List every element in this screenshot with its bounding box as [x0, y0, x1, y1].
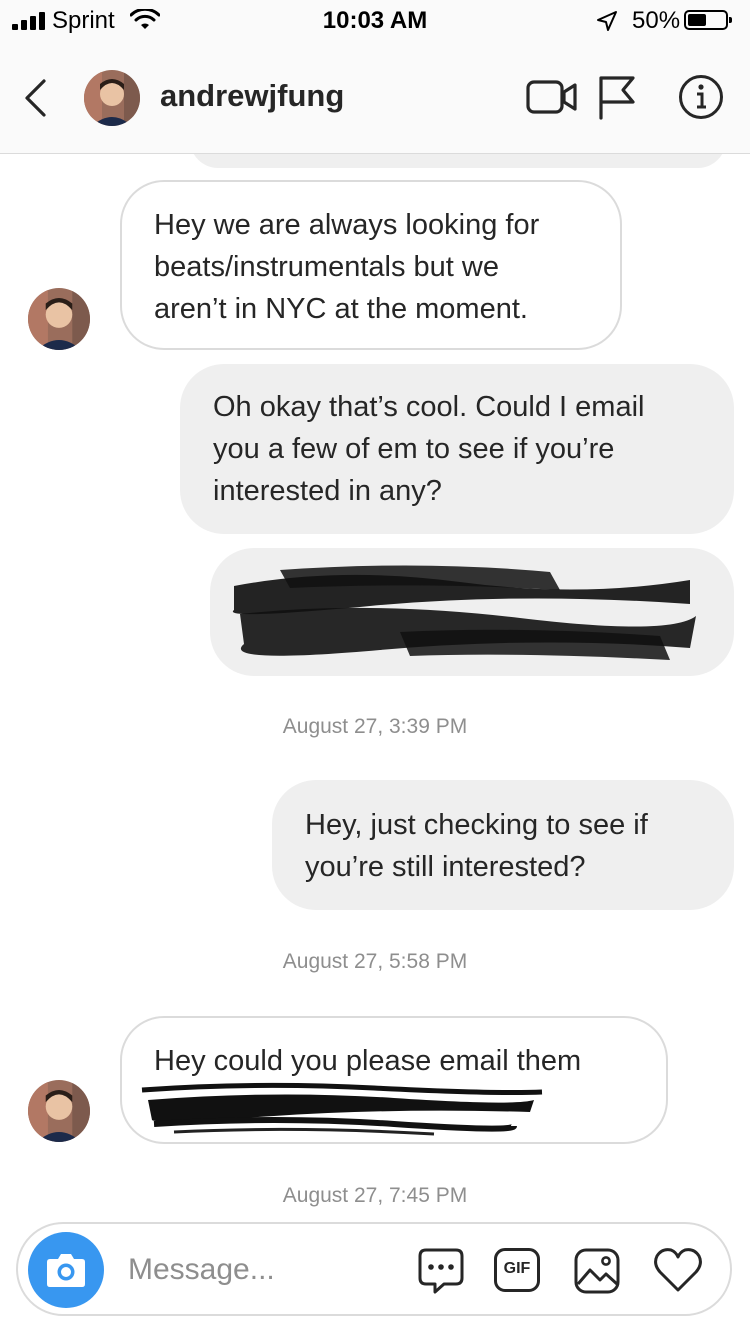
message-bubble-incoming[interactable]: Hey could you please email them	[120, 1016, 668, 1144]
avatar[interactable]	[84, 70, 140, 126]
message-bubble-incoming[interactable]: Hey we are always looking for beats/inst…	[120, 180, 622, 350]
gif-label: GIF	[503, 1260, 531, 1277]
message-line: aren’t in NYC at the moment.	[154, 293, 528, 325]
battery-icon	[684, 10, 732, 30]
flag-icon[interactable]	[597, 74, 637, 120]
redaction-scribble	[232, 565, 696, 660]
timestamp: August 27, 7:45 PM	[282, 1184, 468, 1207]
battery-percent: 50%	[632, 7, 681, 34]
back-chevron-icon[interactable]	[22, 78, 48, 118]
message-input[interactable]	[128, 1248, 408, 1292]
info-icon[interactable]	[678, 74, 724, 120]
sender-avatar[interactable]	[28, 1080, 90, 1142]
message-line: Hey could you please email them	[154, 1045, 582, 1077]
message-thread[interactable]: Hey we are always looking for beats/inst…	[0, 154, 750, 1220]
thread-header: andrewjfung	[0, 40, 750, 154]
username[interactable]: andrewjfung	[160, 78, 344, 114]
timestamp: August 27, 3:39 PM	[282, 715, 468, 738]
message-line: interested in any?	[213, 475, 442, 507]
location-arrow-icon	[597, 11, 617, 31]
camera-button[interactable]	[28, 1232, 104, 1308]
timestamp: August 27, 5:58 PM	[282, 950, 468, 973]
message-line: you’re still interested?	[305, 851, 586, 883]
video-call-icon[interactable]	[526, 78, 578, 116]
message-bubble-partial	[190, 154, 726, 168]
message-composer: GIF	[16, 1222, 732, 1316]
camera-icon	[47, 1254, 85, 1287]
heart-icon[interactable]	[652, 1246, 704, 1294]
sender-avatar[interactable]	[28, 288, 90, 350]
gallery-icon[interactable]	[572, 1246, 622, 1296]
message-bubble-redacted[interactable]	[210, 548, 734, 676]
gif-icon[interactable]: GIF	[494, 1248, 540, 1292]
message-line: you a few of em to see if you’re	[213, 433, 615, 465]
message-line: Oh okay that’s cool. Could I email	[213, 391, 645, 423]
message-bubble-outgoing[interactable]: Hey, just checking to see if you’re stil…	[272, 780, 734, 910]
message-bubble-outgoing[interactable]: Oh okay that’s cool. Could I email you a…	[180, 364, 734, 534]
status-bar: Sprint 10:03 AM 50%	[0, 0, 750, 40]
message-line: beats/instrumentals but we	[154, 251, 499, 283]
chat-bubble-icon[interactable]	[416, 1246, 466, 1296]
message-line: Hey we are always looking for	[154, 209, 540, 241]
redaction-scribble	[141, 1082, 543, 1136]
message-line: Hey, just checking to see if	[305, 809, 648, 841]
